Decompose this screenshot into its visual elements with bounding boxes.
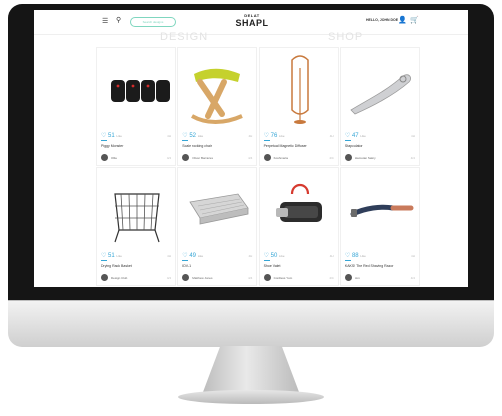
tag: 4H [329,254,334,258]
avatar[interactable] [182,274,190,281]
product-card[interactable]: ♡ 76 Like 4H Perpetual Magnetic Diffuser… [258,47,339,166]
author-name[interactable]: Design Club [111,276,127,280]
monitor-chin [8,300,494,347]
search-input[interactable]: Search designs [130,17,176,27]
product-title[interactable]: Shoe Valet [264,264,281,268]
date: 4/4 [166,156,171,160]
like-count[interactable]: ♡ 52 Like [182,132,203,139]
product-image-shoe-valet [275,183,322,222]
avatar[interactable] [344,154,352,161]
product-card[interactable]: ♡ 51 Like 4H Piggy Monster Ollie 4/4 [96,47,176,166]
cart-icon[interactable]: 🛒 [410,16,419,24]
like-bar [182,140,189,141]
product-title[interactable]: KAKS! The Red Shaving Razor [345,264,394,268]
product-card[interactable]: ♡ 51 Like 4H Drying Rack Basket Design C… [96,167,176,286]
product-title[interactable]: Piggy Monster [101,144,123,148]
like-bar [101,260,107,261]
date: 4/4 [410,156,415,160]
tag: 4H [248,134,253,138]
like-bar [344,260,351,261]
author-name[interactable]: Jon [355,276,360,280]
like-count[interactable]: ♡ 51 Like [101,252,122,259]
product-title[interactable]: Stapculator [345,144,363,148]
product-image-piggy-monster [111,80,170,102]
hamburger-icon[interactable]: ☰ [102,17,109,25]
product-image-drying-rack [114,193,160,243]
author-name[interactable]: Cordless Yum [274,276,293,280]
date: 4/4 [329,156,334,160]
product-title[interactable]: IDV-1 [182,264,191,268]
date: 4/4 [248,276,253,280]
author-name[interactable]: Koshmaria [274,156,288,160]
like-bar [344,140,351,141]
author-name[interactable]: Hamutan Sakry [355,156,376,160]
monitor-base [178,390,324,404]
date: 4/4 [166,276,171,280]
product-image-stapculator [350,74,411,115]
date: 4/4 [329,276,334,280]
like-count[interactable]: ♡ 47 Like [345,132,366,139]
avatar[interactable] [263,154,271,161]
product-image-diffuser [290,55,309,124]
search-icon[interactable]: ⚲ [116,16,121,24]
product-title[interactable]: Perpetual Magnetic Diffuser [264,144,307,148]
product-image-rocking-chair [191,68,244,124]
section-tabs: DESIGN SHOP [96,31,420,45]
tag: 4H [411,134,415,138]
tab-shop[interactable]: SHOP [328,31,363,43]
date: 4/4 [248,156,253,160]
like-bar [101,140,107,141]
product-card[interactable]: ♡ 49 Like 4H IDV-1 Matthew Jones 4/4 [177,167,258,286]
tag: 4H [329,134,334,138]
product-image-razor [350,204,414,217]
tag: 4H [248,254,253,258]
logo-main-text: SHAPL [235,18,269,28]
tab-design[interactable]: DESIGN [160,31,208,43]
avatar[interactable] [344,274,352,281]
tag: 4H [167,134,171,138]
like-bar [182,260,189,261]
like-bar [263,140,270,141]
product-card[interactable]: ♡ 88 Like 4H KAKS! The Red Shaving Razor… [339,167,420,286]
product-card[interactable]: ♡ 52 Like 4H Scale rocking chair Oliver … [177,47,258,166]
brand-logo[interactable]: DELAT SHAPL [228,13,276,28]
product-grid: ♡ 51 Like 4H Piggy Monster Ollie 4/4 ♡ 5… [96,47,420,286]
like-count[interactable]: ♡ 51 Like [101,132,122,139]
product-image-idv1 [189,193,249,225]
date: 4/4 [410,276,415,280]
product-title[interactable]: Scale rocking chair [182,144,212,148]
product-card[interactable]: ♡ 47 Like 4H Stapculator Hamutan Sakry 4… [339,47,420,166]
tag: 4H [167,254,171,258]
author-name[interactable]: Matthew Jones [192,276,212,280]
author-name[interactable]: Oliver Barrazes [192,156,213,160]
like-count[interactable]: ♡ 49 Like [182,252,203,259]
tag: 4H [411,254,415,258]
avatar[interactable] [101,154,108,161]
like-count[interactable]: ♡ 50 Like [264,252,285,259]
author-name[interactable]: Ollie [111,156,117,160]
like-bar [263,260,270,261]
avatar[interactable] [182,154,190,161]
product-title[interactable]: Drying Rack Basket [101,264,132,268]
like-count[interactable]: ♡ 88 Like [345,252,366,259]
avatar[interactable] [101,274,108,281]
like-count[interactable]: ♡ 76 Like [264,132,285,139]
avatar[interactable] [263,274,271,281]
screen: ☰ ⚲ Search designs DELAT SHAPL HELLO, JO… [34,10,468,287]
monitor-stand [203,346,299,392]
user-icon[interactable]: 👤 [398,16,407,24]
product-card[interactable]: ♡ 50 Like 4H Shoe Valet Cordless Yum 4/4 [258,167,339,286]
user-greeting-link[interactable]: HELLO, JOHN DOE [366,18,398,22]
